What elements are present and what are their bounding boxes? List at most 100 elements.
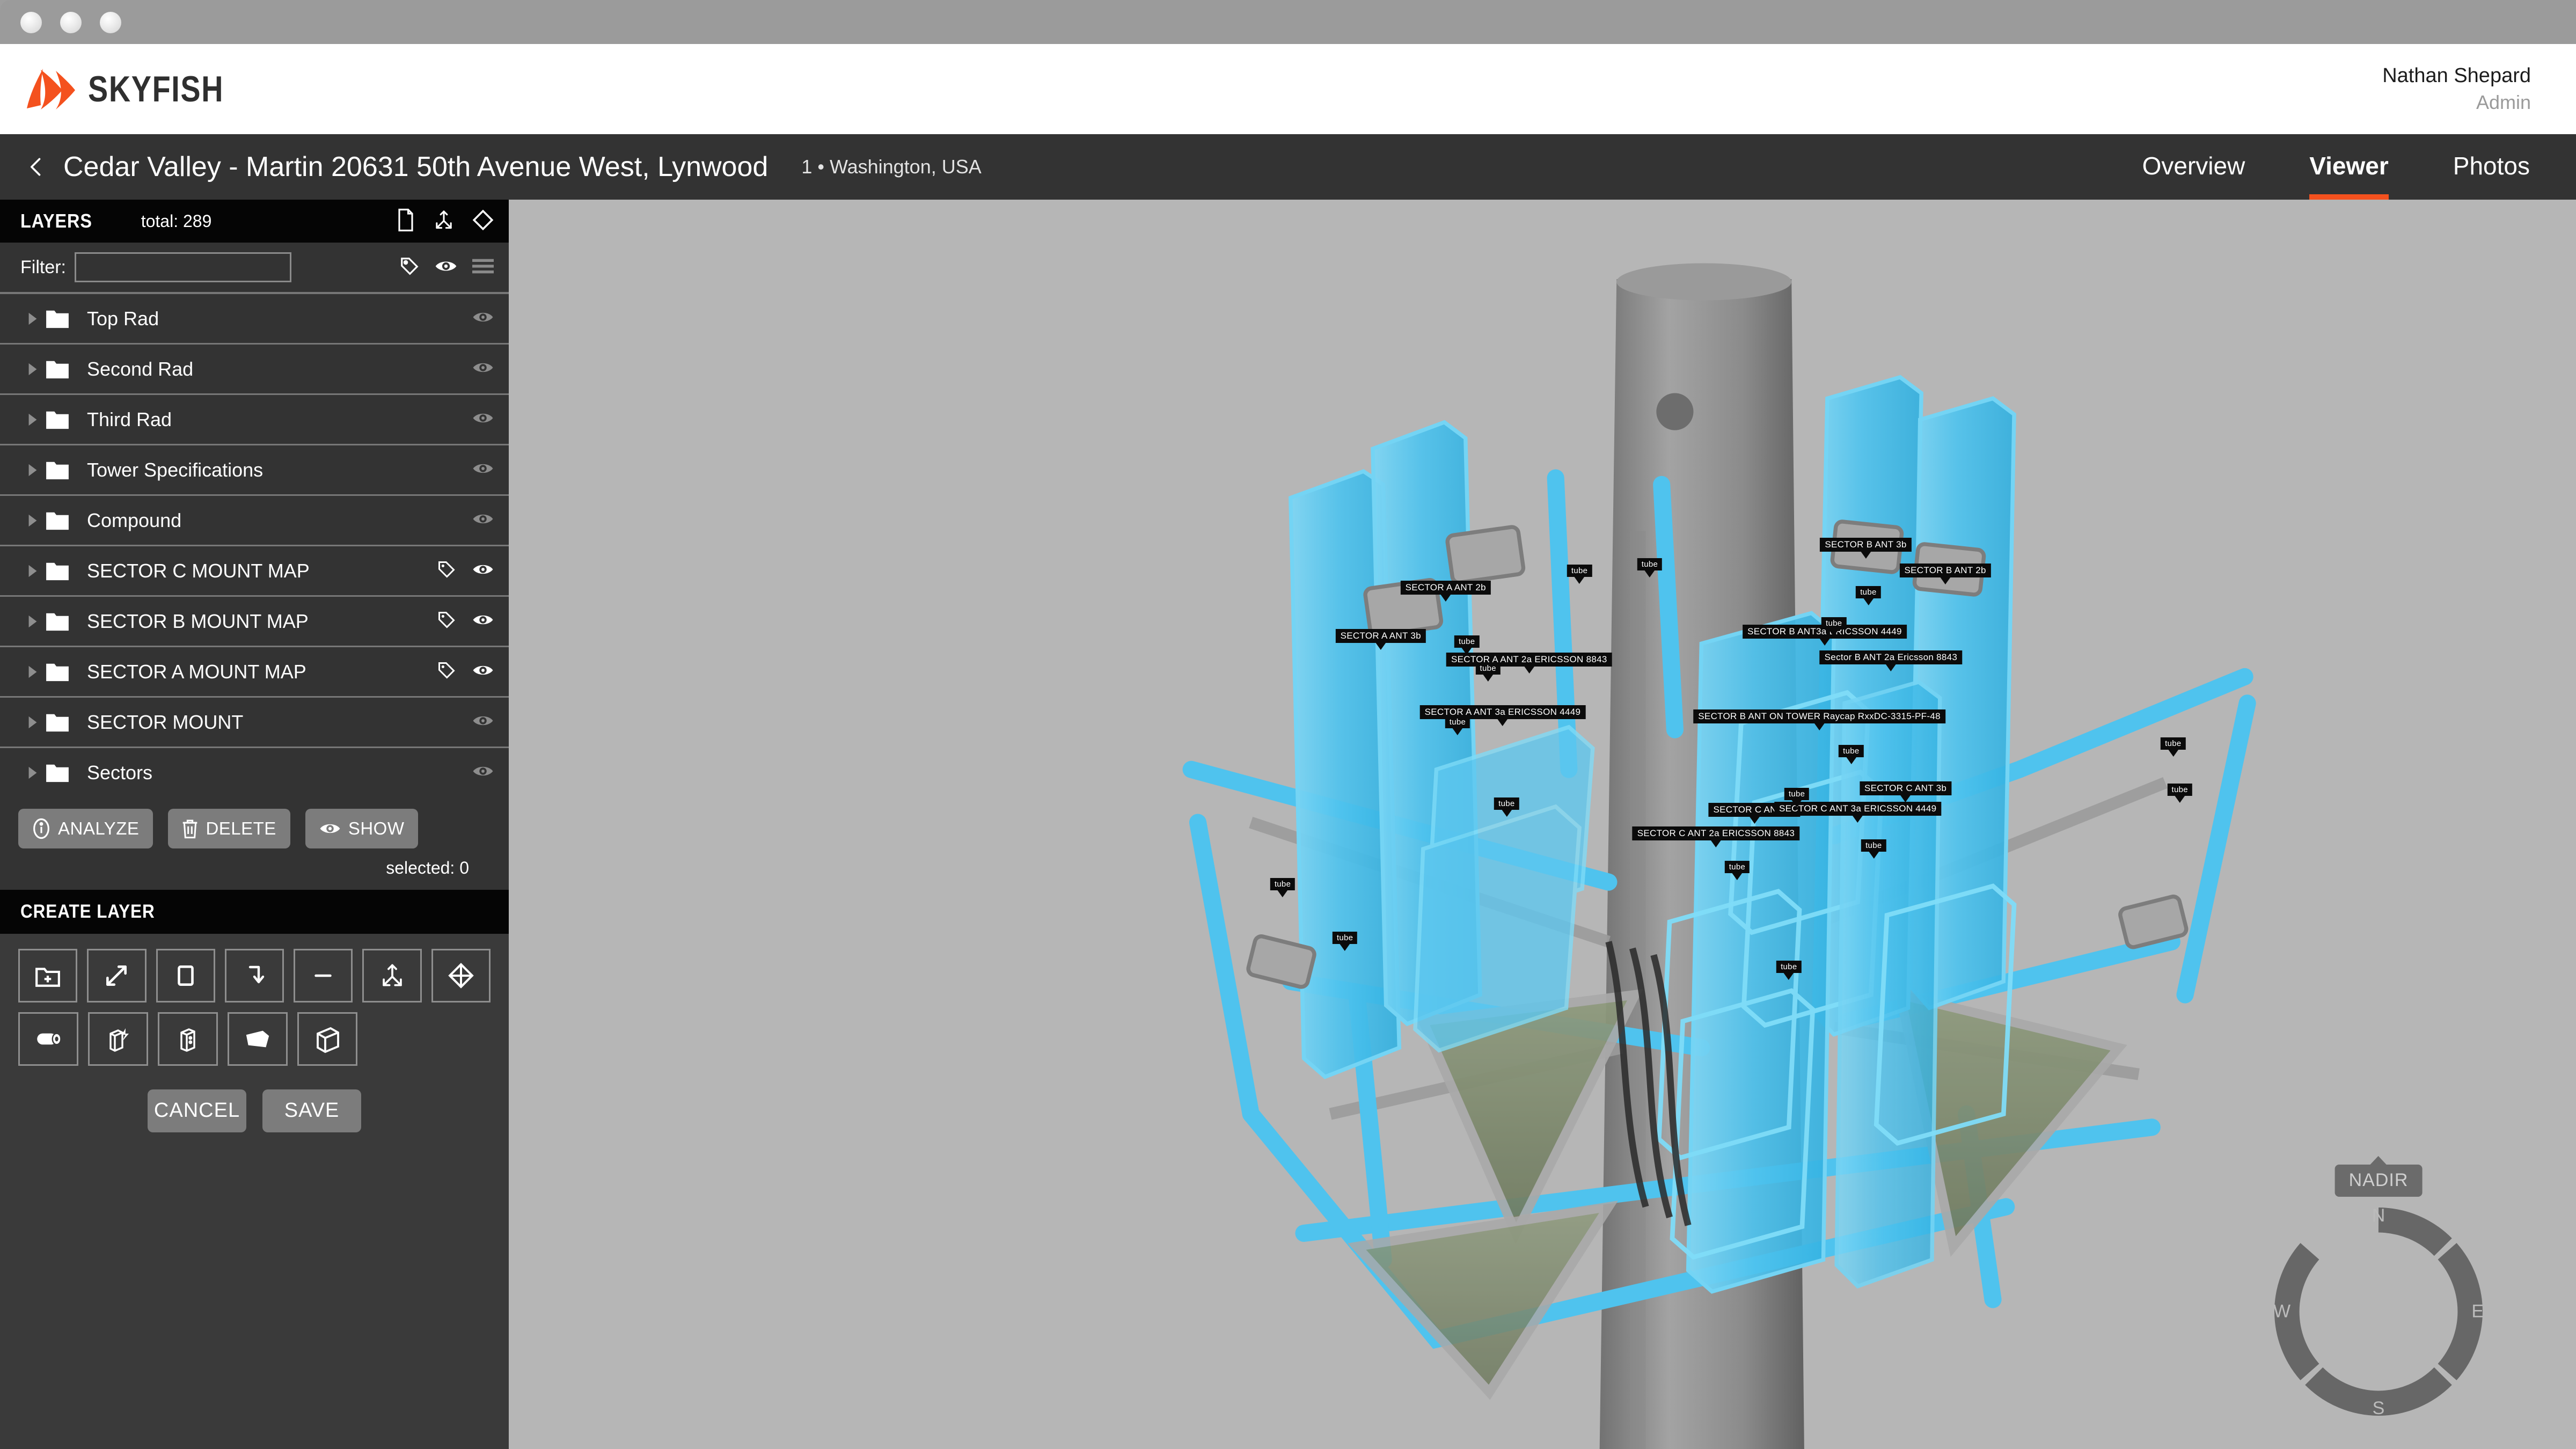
tab-overview[interactable]: Overview — [2142, 151, 2245, 200]
expand-caret-icon[interactable] — [20, 564, 45, 578]
layer-row[interactable]: Top Rad — [0, 294, 509, 345]
antenna-lightning-icon[interactable] — [88, 1012, 148, 1066]
annotation-tag[interactable]: SECTOR C ANT 2a ERICSSON 8843 — [1632, 826, 1800, 847]
layer-row[interactable]: SECTOR MOUNT — [0, 698, 509, 748]
rectangle-icon[interactable] — [156, 948, 215, 1002]
share-nodes-icon[interactable] — [362, 948, 422, 1002]
delete-button[interactable]: DELETE — [168, 808, 290, 848]
layer-row[interactable]: Tower Specifications — [0, 445, 509, 496]
share-nodes-icon[interactable] — [434, 208, 454, 235]
tube-annotation-tag[interactable]: tube — [1784, 788, 1810, 807]
tube-annotation-tag[interactable]: tube — [2167, 784, 2192, 803]
new-folder-icon[interactable] — [18, 948, 78, 1002]
folder-icon — [45, 309, 78, 329]
visibility-eye-icon[interactable] — [472, 612, 494, 630]
tube-annotation-tag[interactable]: tube — [1724, 861, 1750, 880]
tube-annotation-tag[interactable]: tube — [1856, 586, 1881, 605]
expand-caret-icon[interactable] — [20, 413, 45, 427]
filter-label: Filter: — [20, 257, 66, 277]
tube-annotation-tag[interactable]: tube — [1861, 839, 1886, 859]
line-icon[interactable] — [294, 948, 353, 1002]
tube-annotation-tag[interactable]: tube — [1637, 558, 1663, 577]
eye-icon[interactable] — [435, 258, 457, 277]
user-account[interactable]: Nathan Shepard Admin — [2382, 62, 2531, 116]
expand-caret-icon[interactable] — [20, 715, 45, 729]
expand-caret-icon[interactable] — [20, 766, 45, 780]
layer-row[interactable]: SECTOR A MOUNT MAP — [0, 647, 509, 698]
layer-name: SECTOR B MOUNT MAP — [87, 610, 309, 632]
tube-annotation-tag[interactable]: tube — [1821, 617, 1847, 636]
expand-caret-icon[interactable] — [20, 312, 45, 326]
visibility-eye-icon[interactable] — [472, 713, 494, 731]
filter-input[interactable] — [75, 252, 291, 282]
polygon-icon[interactable] — [228, 1012, 288, 1066]
layer-row[interactable]: Sectors — [0, 748, 509, 795]
visibility-eye-icon[interactable] — [472, 360, 494, 378]
compass-north-label: N — [2372, 1205, 2385, 1226]
folder-icon — [45, 662, 78, 682]
compass-widget[interactable]: NADIR N E S W — [2273, 1156, 2484, 1418]
tube-annotation-tag[interactable]: tube — [1454, 635, 1480, 655]
tube-annotation-tag[interactable]: tube — [1567, 565, 1592, 584]
visibility-eye-icon[interactable] — [472, 461, 494, 479]
expand-caret-icon[interactable] — [20, 514, 45, 528]
tube-annotation-tag[interactable]: tube — [1494, 797, 1519, 817]
expand-caret-icon[interactable] — [20, 665, 45, 679]
back-chevron-left-icon[interactable] — [21, 152, 52, 182]
annotation-tag[interactable]: Sector B ANT 2a Ericsson 8843 — [1819, 650, 1963, 671]
visibility-eye-icon[interactable] — [472, 764, 494, 781]
diamond-icon[interactable] — [472, 209, 494, 234]
drop-line-icon[interactable] — [224, 948, 284, 1002]
tube-annotation-tag[interactable]: tube — [1332, 932, 1358, 951]
visibility-eye-icon[interactable] — [472, 411, 494, 428]
layer-row[interactable]: SECTOR B MOUNT MAP — [0, 597, 509, 647]
tag-icon[interactable] — [399, 256, 420, 279]
cancel-button[interactable]: CANCEL — [148, 1089, 246, 1132]
expand-caret-icon[interactable] — [20, 463, 45, 477]
visibility-eye-icon[interactable] — [472, 663, 494, 680]
show-button[interactable]: SHOW — [305, 808, 419, 848]
hamburger-menu-icon[interactable] — [472, 258, 494, 277]
save-button[interactable]: SAVE — [262, 1089, 361, 1132]
folder-icon — [45, 510, 78, 531]
tab-photos[interactable]: Photos — [2453, 151, 2530, 200]
tube-annotation-tag[interactable]: tube — [1270, 878, 1296, 897]
expand-caret-icon[interactable] — [20, 614, 45, 628]
tag-icon[interactable] — [437, 661, 456, 683]
analyze-button[interactable]: ANALYZE — [18, 808, 153, 848]
tube-icon[interactable] — [18, 1012, 78, 1066]
annotation-tag[interactable]: SECTOR C ANT 3b — [1859, 781, 1952, 802]
layer-row[interactable]: Third Rad — [0, 395, 509, 445]
tube-annotation-tag[interactable]: tube — [2161, 737, 2186, 757]
annotation-tag[interactable]: SECTOR B ANT 2b — [1899, 564, 1991, 584]
visibility-eye-icon[interactable] — [472, 511, 494, 529]
tag-icon[interactable] — [437, 610, 456, 632]
nadir-badge[interactable]: NADIR — [2334, 1156, 2423, 1197]
expand-caret-icon[interactable] — [20, 362, 45, 376]
annotation-tag[interactable]: SECTOR B ANT ON TOWER Raycap RxxDC-3315-… — [1693, 709, 1945, 730]
skyfish-logo[interactable]: SKYFISH — [25, 67, 254, 112]
layer-row[interactable]: Compound — [0, 496, 509, 546]
layer-row[interactable]: SECTOR C MOUNT MAP — [0, 546, 509, 597]
annotation-tag[interactable]: SECTOR A ANT 3b — [1335, 629, 1426, 650]
visibility-eye-icon[interactable] — [472, 310, 494, 327]
window-maximize-button[interactable] — [100, 12, 121, 33]
annotation-tag[interactable]: SECTOR B ANT 3b — [1820, 538, 1912, 559]
tube-annotation-tag[interactable]: tube — [1839, 745, 1864, 764]
visibility-eye-icon[interactable] — [472, 562, 494, 580]
annotation-tag[interactable]: SECTOR A ANT 2b — [1400, 581, 1491, 602]
diamond-grid-icon[interactable] — [431, 948, 491, 1002]
tube-annotation-tag[interactable]: tube — [1445, 716, 1470, 735]
tab-viewer[interactable]: Viewer — [2309, 151, 2389, 200]
tube-annotation-tag[interactable]: tube — [1475, 662, 1501, 682]
3d-model-viewer[interactable]: SECTOR A ANT 2b SECTOR A ANT 3b SECTOR A A… — [509, 200, 2576, 1449]
document-icon[interactable] — [396, 208, 415, 235]
tube-annotation-tag[interactable]: tube — [1776, 961, 1802, 980]
antenna-icon[interactable] — [158, 1012, 218, 1066]
window-close-button[interactable] — [20, 12, 42, 33]
measurement-arrows-icon[interactable] — [87, 948, 147, 1002]
box-3d-icon[interactable] — [297, 1012, 357, 1066]
tag-icon[interactable] — [437, 560, 456, 582]
window-minimize-button[interactable] — [60, 12, 82, 33]
layer-row[interactable]: Second Rad — [0, 345, 509, 395]
